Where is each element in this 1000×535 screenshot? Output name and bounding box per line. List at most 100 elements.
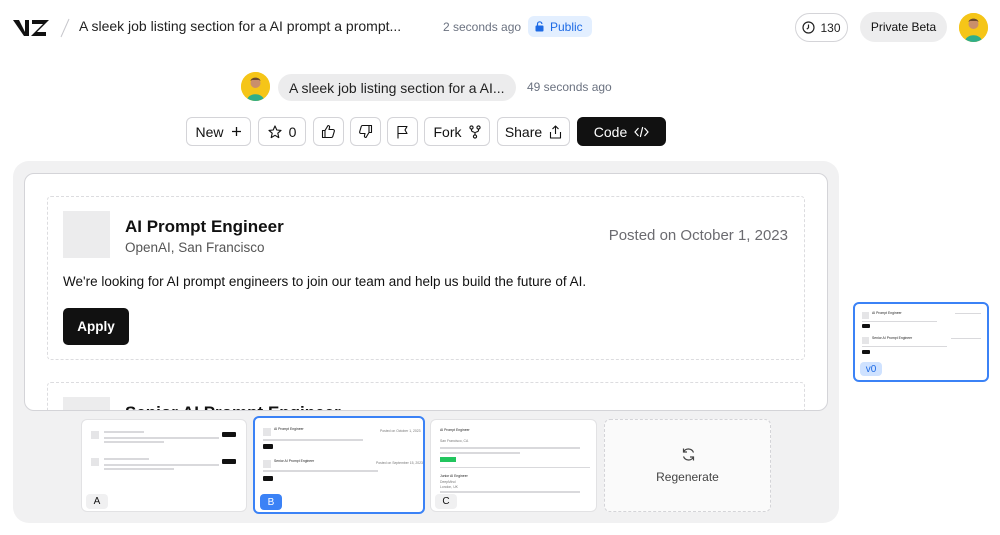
star-count: 0 <box>288 123 297 140</box>
mini-text-line <box>104 437 219 439</box>
variant-a-label: A <box>86 494 108 509</box>
version-label: v0 <box>860 362 882 376</box>
mini-text-line <box>263 439 363 441</box>
prompt-time: 49 seconds ago <box>527 80 612 94</box>
mini-text-line <box>104 458 149 460</box>
like-button[interactable] <box>313 117 344 146</box>
job-description: We're looking for AI prompt engineers to… <box>63 274 587 289</box>
variant-b-label: B <box>260 494 282 510</box>
mini-apply-now-button <box>440 457 456 462</box>
version-history-thumbnail[interactable]: AI Prompt Engineer Senior AI Prompt Engi… <box>853 302 989 382</box>
mini-button <box>263 476 273 481</box>
mini-text-line <box>104 431 144 433</box>
code-icon <box>634 126 650 137</box>
job-posted-date: Posted on October 1, 2023 <box>608 227 788 244</box>
v0-logo-icon[interactable] <box>12 17 52 39</box>
variant-c-thumbnail[interactable]: AI Prompt Engineer San Francisco, CA Jun… <box>430 419 597 512</box>
plus-icon <box>231 127 241 136</box>
mini-text-line <box>440 452 520 454</box>
company-logo-placeholder <box>63 397 110 410</box>
clock-icon <box>802 21 816 34</box>
mini-text-line <box>955 313 981 314</box>
prompt-bubble[interactable]: A sleek job listing section for a AI... <box>278 74 516 101</box>
apply-button[interactable]: Apply <box>63 308 129 345</box>
credits-counter[interactable]: 130 <box>795 13 848 42</box>
mini-logo <box>263 460 271 468</box>
mini-button <box>263 444 273 449</box>
mini-logo <box>862 337 869 344</box>
mini-text-line <box>440 447 580 449</box>
person-icon <box>241 72 270 101</box>
mini-text-line <box>263 470 378 472</box>
share-icon <box>550 124 562 139</box>
mini-logo <box>263 428 271 436</box>
fork-label: Fork <box>433 123 462 140</box>
mini-posted: Posted on September 15, 2023 <box>376 461 423 465</box>
code-label: Code <box>593 123 628 140</box>
mini-button <box>862 324 870 328</box>
visibility-badge[interactable]: Public <box>528 16 592 37</box>
variant-a-thumbnail[interactable]: A <box>81 419 247 512</box>
refresh-icon <box>682 448 695 461</box>
report-button[interactable] <box>387 117 418 146</box>
flag-icon <box>397 125 408 138</box>
regenerate-label: Regenerate <box>656 470 719 484</box>
person-icon <box>959 13 988 42</box>
mini-job-title: Senior AI Prompt Engineer <box>274 459 315 463</box>
mini-text-line <box>104 464 219 466</box>
fork-button[interactable]: Fork <box>424 117 490 146</box>
mini-text-line <box>104 468 174 470</box>
mini-button <box>862 350 870 354</box>
regenerate-button[interactable]: Regenerate <box>604 419 771 512</box>
unlock-icon <box>535 21 544 32</box>
credits-value: 130 <box>820 20 841 35</box>
mini-job-title: AI Prompt Engineer <box>440 428 470 432</box>
job-title: Senior AI Prompt Engineer <box>125 403 341 410</box>
dislike-button[interactable] <box>350 117 381 146</box>
mini-logo <box>91 431 99 439</box>
mini-text-line <box>440 491 580 493</box>
share-button[interactable]: Share <box>497 117 570 146</box>
mini-posted: Posted on October 1, 2023 <box>380 429 421 433</box>
user-avatar[interactable] <box>959 13 988 42</box>
mini-job-title: Senior AI Prompt Engineer <box>872 336 913 340</box>
new-button[interactable]: New <box>186 117 251 146</box>
variant-c-label: C <box>435 494 457 509</box>
fork-icon <box>468 124 481 139</box>
mini-text-line <box>951 338 981 339</box>
visibility-label: Public <box>550 19 583 34</box>
star-button[interactable]: 0 <box>258 117 306 146</box>
private-beta-button[interactable]: Private Beta <box>860 12 947 42</box>
mini-divider <box>440 467 590 468</box>
mini-location: London, UK <box>440 485 458 489</box>
mini-button <box>222 432 236 437</box>
mini-job-title: AI Prompt Engineer <box>872 311 902 315</box>
breadcrumb-separator <box>60 18 70 38</box>
mini-job-title: AI Prompt Engineer <box>274 427 304 431</box>
new-label: New <box>195 123 224 140</box>
last-updated: 2 seconds ago <box>443 20 522 34</box>
job-card: Senior AI Prompt Engineer <box>47 382 805 410</box>
variant-b-thumbnail[interactable]: AI Prompt Engineer Posted on October 1, … <box>253 416 425 514</box>
job-title: AI Prompt Engineer <box>125 217 284 236</box>
top-bar: A sleek job listing section for a AI pro… <box>0 0 1000 56</box>
mini-logo <box>91 458 99 466</box>
mini-button <box>222 459 236 464</box>
mini-text-line <box>862 346 947 347</box>
mini-text-line <box>104 441 164 443</box>
code-button[interactable]: Code <box>577 117 666 146</box>
thumbs-up-icon <box>321 124 335 139</box>
prompt-avatar <box>241 72 270 101</box>
thumbs-down-icon <box>359 124 373 139</box>
mini-company: DeepMind <box>440 480 456 484</box>
mini-text-line <box>862 321 937 322</box>
job-card: AI Prompt Engineer OpenAI, San Francisco… <box>47 196 805 360</box>
mini-job-title: Junior AI Engineer <box>440 474 468 478</box>
mini-location: San Francisco, CA <box>440 439 469 443</box>
company-logo-placeholder <box>63 211 110 258</box>
preview-frame[interactable]: AI Prompt Engineer OpenAI, San Francisco… <box>24 173 828 411</box>
page-title[interactable]: A sleek job listing section for a AI pro… <box>79 18 401 34</box>
star-icon <box>268 124 282 138</box>
mini-logo <box>862 312 869 319</box>
share-label: Share <box>504 123 543 140</box>
